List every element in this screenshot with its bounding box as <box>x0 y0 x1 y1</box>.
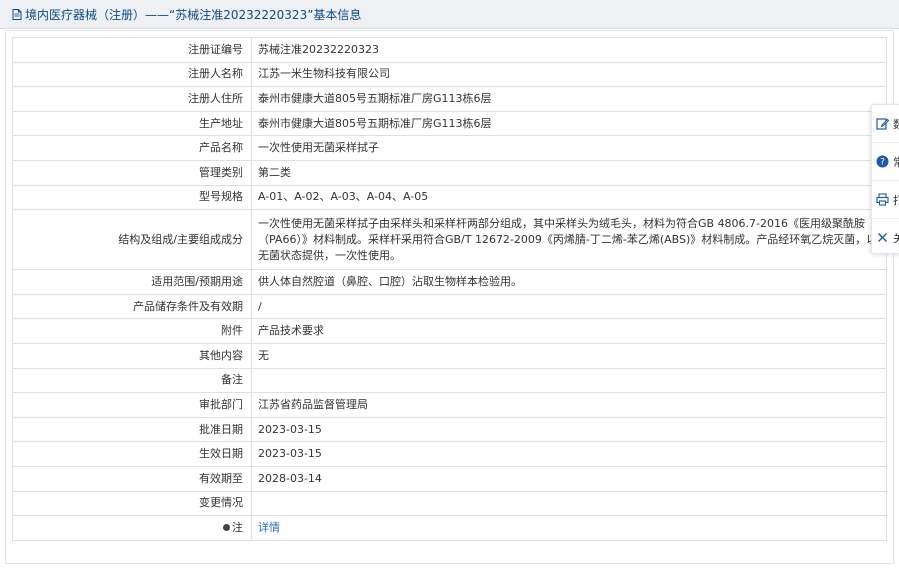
info-table: 注册证编号 苏械注准20232220323 注册人名称 江苏一米生物科技有限公司… <box>12 37 887 541</box>
row-value: 泰州市健康大道805号五期标准厂房G113栋6层 <box>251 86 887 112</box>
row-value: A-01、A-02、A-03、A-04、A-05 <box>251 184 887 211</box>
row-label: 注册证编号 <box>12 37 252 63</box>
sidebar-item-data[interactable]: 数 <box>872 105 899 143</box>
row-label: 有效期至 <box>12 465 252 492</box>
document-icon <box>12 8 22 20</box>
row-label: 产品名称 <box>12 135 252 161</box>
row-value: 2028-03-14 <box>251 465 887 492</box>
row-label: 批准日期 <box>12 416 252 443</box>
row-value: 一次性使用无菌采样拭子 <box>251 135 887 161</box>
row-value: 详情 <box>251 515 887 541</box>
row-value: 苏械注准20232220323 <box>251 37 887 63</box>
table-row: 审批部门 江苏省药品监督管理局 <box>12 392 887 418</box>
print-icon <box>876 193 889 206</box>
row-label: 适用范围/预期用途 <box>12 269 252 295</box>
table-row: 管理类别 第二类 <box>12 159 887 186</box>
row-value: 产品技术要求 <box>251 318 887 344</box>
row-label: 其他内容 <box>12 342 252 369</box>
row-value: / <box>251 293 887 320</box>
row-label: 结构及组成/主要组成成分 <box>12 209 252 271</box>
row-value <box>251 367 887 394</box>
sidebar-item-close[interactable]: 关 <box>872 219 899 256</box>
table-row: 注册证编号 苏械注准20232220323 <box>12 37 887 63</box>
note-label: 注 <box>232 520 243 534</box>
row-label-note: 注 <box>12 515 252 541</box>
sidebar-item-print[interactable]: 打 <box>872 181 899 219</box>
sidebar-item-help[interactable]: ? 常 <box>872 143 899 181</box>
table-row: 产品储存条件及有效期 / <box>12 293 887 320</box>
row-value: 第二类 <box>251 159 887 186</box>
page-title: 境内医疗器械（注册）——“苏械注准20232220323”基本信息 <box>25 7 362 22</box>
table-row: 批准日期 2023-03-15 <box>12 416 887 443</box>
row-label: 附件 <box>12 318 252 344</box>
pin-icon <box>223 523 230 531</box>
row-label: 产品储存条件及有效期 <box>12 293 252 320</box>
table-row: 备注 <box>12 367 887 394</box>
row-value: 2023-03-15 <box>251 416 887 443</box>
table-row: 有效期至 2028-03-14 <box>12 465 887 492</box>
table-row: 变更情况 <box>12 490 887 517</box>
table-row: 注册人住所 泰州市健康大道805号五期标准厂房G113栋6层 <box>12 86 887 112</box>
edit-icon <box>876 118 889 130</box>
table-row: 生效日期 2023-03-15 <box>12 441 887 467</box>
sidebar-item-label: 数 <box>893 116 899 132</box>
details-link[interactable]: 详情 <box>258 521 280 534</box>
row-label: 生产地址 <box>12 110 252 137</box>
row-label: 注册人住所 <box>12 86 252 112</box>
row-label: 变更情况 <box>12 490 252 517</box>
row-value: 一次性使用无菌采样拭子由采样头和采样杆两部分组成，其中采样头为绒毛头，材料为符合… <box>251 209 887 271</box>
table-row: 生产地址 泰州市健康大道805号五期标准厂房G113栋6层 <box>12 110 887 137</box>
row-label: 管理类别 <box>12 159 252 186</box>
row-value: 江苏一米生物科技有限公司 <box>251 61 887 88</box>
table-row: 适用范围/预期用途 供人体自然腔道（鼻腔、口腔）沾取生物样本检验用。 <box>12 269 887 295</box>
row-label: 备注 <box>12 367 252 394</box>
row-label: 审批部门 <box>12 392 252 418</box>
table-row: 注册人名称 江苏一米生物科技有限公司 <box>12 61 887 88</box>
svg-text:?: ? <box>880 158 885 168</box>
row-label: 生效日期 <box>12 441 252 467</box>
table-row: 注 详情 <box>12 515 887 541</box>
row-value: 2023-03-15 <box>251 441 887 467</box>
sidebar-item-label: 关 <box>893 231 899 245</box>
row-value: 供人体自然腔道（鼻腔、口腔）沾取生物样本检验用。 <box>251 269 887 295</box>
close-icon <box>878 233 887 242</box>
table-row: 其他内容 无 <box>12 342 887 369</box>
table-row: 产品名称 一次性使用无菌采样拭子 <box>12 135 887 161</box>
page-header: 境内医疗器械（注册）——“苏械注准20232220323”基本信息 <box>0 0 899 29</box>
table-row: 结构及组成/主要组成成分 一次性使用无菌采样拭子由采样头和采样杆两部分组成，其中… <box>12 209 887 271</box>
table-row: 附件 产品技术要求 <box>12 318 887 344</box>
floating-sidebar: 数 ? 常 打 关 <box>871 104 899 254</box>
sidebar-item-label: 打 <box>893 192 899 208</box>
row-value: 江苏省药品监督管理局 <box>251 392 887 418</box>
sidebar-item-label: 常 <box>893 154 899 170</box>
row-value <box>251 490 887 517</box>
help-icon: ? <box>876 155 889 168</box>
row-value: 无 <box>251 342 887 369</box>
row-label: 型号规格 <box>12 184 252 211</box>
table-row: 型号规格 A-01、A-02、A-03、A-04、A-05 <box>12 184 887 211</box>
row-label: 注册人名称 <box>12 61 252 88</box>
row-value: 泰州市健康大道805号五期标准厂房G113栋6层 <box>251 110 887 137</box>
